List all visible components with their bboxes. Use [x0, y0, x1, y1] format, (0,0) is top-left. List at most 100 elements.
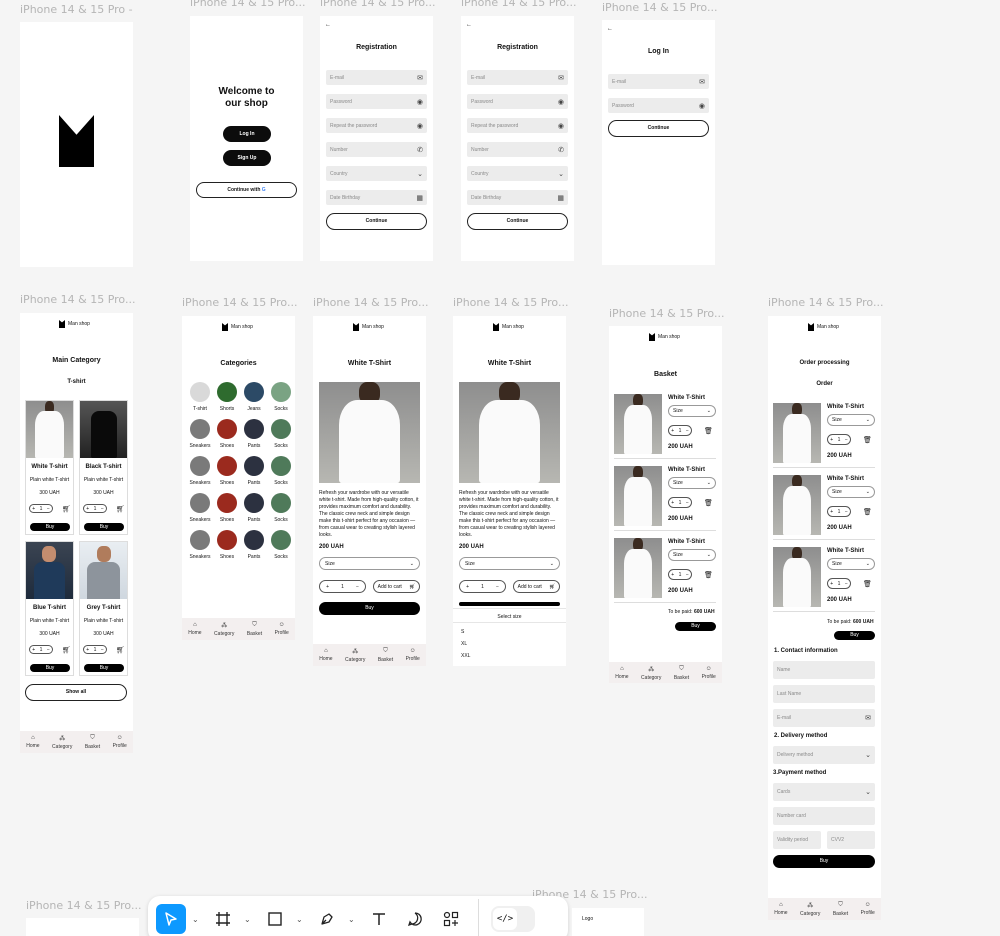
cart-icon[interactable]: 🛒︎ — [62, 505, 71, 513]
category-thumbnail[interactable] — [244, 493, 264, 513]
frame-label[interactable]: iPhone 14 & 15 Pro... — [461, 0, 576, 9]
email-field[interactable]: E-mail ✉ — [773, 709, 875, 727]
trash-icon[interactable]: 🗑︎ — [863, 580, 872, 588]
category-thumbnail[interactable] — [244, 530, 264, 550]
frame-tool[interactable] — [208, 904, 238, 934]
frame-label[interactable]: iPhone 14 & 15 Pro... — [190, 0, 305, 9]
frame-label[interactable]: iPhone 14 & 15 Pro... — [320, 0, 435, 9]
nav-basket[interactable]: ⛉ Basket — [85, 735, 100, 750]
nav-home[interactable]: ⌂ Home — [774, 902, 787, 916]
nav-basket[interactable]: ⛉ Basket — [247, 622, 262, 637]
password-field[interactable]: Password ◉ — [326, 94, 427, 109]
category-thumbnail[interactable] — [217, 419, 237, 439]
frame-label[interactable]: iPhone 14 & 15 Pro... — [609, 307, 724, 320]
cvv-field[interactable]: CVV2 — [827, 831, 875, 849]
pen-tool[interactable] — [312, 904, 342, 934]
move-tool[interactable] — [156, 904, 186, 934]
frame-label[interactable]: iPhone 14 & 15 Pro... — [20, 293, 135, 306]
category-thumbnail[interactable] — [217, 456, 237, 476]
nav-home[interactable]: ⌂ Home — [26, 735, 39, 749]
buy-button[interactable]: Buy — [30, 664, 70, 672]
google-button[interactable]: Continue with G — [196, 182, 297, 198]
size-select[interactable]: Size ⌄ — [459, 557, 560, 570]
nav-category[interactable]: ⁂ Category — [52, 735, 72, 750]
password-field[interactable]: Password ◉ — [608, 98, 709, 113]
nav-profile[interactable]: ☺ Profile — [702, 666, 716, 680]
frame-label[interactable]: iPhone 14 & 15 Pro... — [602, 1, 717, 14]
size-select[interactable]: Size ⌄ — [668, 477, 716, 489]
email-field[interactable]: E-mail ✉ — [467, 70, 568, 85]
login-button[interactable]: Log In — [223, 126, 271, 142]
continue-button[interactable]: Continue — [326, 213, 427, 230]
product-card[interactable]: Grey T-shirt Plain white T-shirt 300 UAH… — [79, 541, 128, 676]
nav-profile[interactable]: ☺ Profile — [275, 622, 289, 636]
nav-home[interactable]: ⌂ Home — [188, 622, 201, 636]
buy-button[interactable]: Buy — [834, 631, 875, 640]
nav-category[interactable]: ⁂ Category — [641, 666, 661, 681]
buy-button[interactable]: Buy — [84, 664, 124, 672]
quantity-stepper[interactable]: +1− — [459, 580, 506, 593]
cart-icon[interactable]: 🛒︎ — [62, 646, 71, 654]
nav-profile[interactable]: ☺ Profile — [861, 902, 875, 916]
buy-button-partial[interactable] — [459, 602, 560, 606]
frame-label[interactable]: iPhone 14 & 15 Pro... — [453, 296, 568, 309]
buy-button[interactable]: Buy — [84, 523, 124, 531]
card-number-field[interactable]: Number card — [773, 807, 875, 825]
quantity-stepper[interactable]: +1− — [827, 578, 851, 589]
chevron-down-icon[interactable]: ⌄ — [192, 915, 202, 924]
product-card[interactable]: Blue T-shirt Plain white T-shirt 300 UAH… — [25, 541, 74, 676]
category-thumbnail[interactable] — [244, 456, 264, 476]
nav-home[interactable]: ⌂ Home — [319, 648, 332, 662]
cart-icon[interactable]: 🛒︎ — [116, 646, 125, 654]
chevron-down-icon[interactable]: ⌄ — [348, 915, 358, 924]
add-to-cart-button[interactable]: Add to cart 🛒︎ — [513, 580, 560, 593]
dev-mode-toggle[interactable]: </> — [491, 906, 535, 932]
size-select[interactable]: Size ⌄ — [319, 557, 420, 570]
category-thumbnail[interactable] — [217, 382, 237, 402]
rectangle-tool[interactable] — [260, 904, 290, 934]
text-tool[interactable] — [364, 904, 394, 934]
trash-icon[interactable]: 🗑︎ — [704, 499, 713, 507]
buy-button[interactable]: Buy — [30, 523, 70, 531]
buy-button[interactable]: Buy — [675, 622, 716, 631]
size-select[interactable]: Size ⌄ — [827, 558, 875, 570]
quantity-stepper[interactable]: +1− — [668, 425, 692, 436]
cart-icon[interactable]: 🛒︎ — [116, 505, 125, 513]
quantity-stepper[interactable]: +1− — [83, 645, 107, 654]
birthday-field[interactable]: Date Birthday ▦ — [326, 190, 427, 205]
signup-button[interactable]: Sign Up — [223, 150, 271, 166]
repeat-password-field[interactable]: Repeat the password ◉ — [467, 118, 568, 133]
category-thumbnail[interactable] — [217, 530, 237, 550]
number-field[interactable]: Number ✆ — [326, 142, 427, 157]
frame-label[interactable]: iPhone 14 & 15 Pro - — [20, 3, 133, 16]
trash-icon[interactable]: 🗑︎ — [704, 571, 713, 579]
category-thumbnail[interactable] — [271, 530, 291, 550]
size-select[interactable]: Size ⌄ — [668, 405, 716, 417]
country-select[interactable]: Country ⌄ — [467, 166, 568, 181]
birthday-field[interactable]: Date Birthday ▦ — [467, 190, 568, 205]
category-thumbnail[interactable] — [190, 493, 210, 513]
size-option[interactable]: XL — [461, 641, 467, 647]
password-field[interactable]: Password ◉ — [467, 94, 568, 109]
category-thumbnail[interactable] — [271, 382, 291, 402]
trash-icon[interactable]: 🗑︎ — [863, 436, 872, 444]
chevron-down-icon[interactable]: ⌄ — [244, 915, 254, 924]
last-name-field[interactable]: Last Name — [773, 685, 875, 703]
delivery-select[interactable]: Delivery method ⌄ — [773, 746, 875, 764]
trash-icon[interactable]: 🗑︎ — [863, 508, 872, 516]
nav-home[interactable]: ⌂ Home — [615, 666, 628, 680]
show-all-button[interactable]: Show all — [25, 684, 127, 701]
category-thumbnail[interactable] — [190, 456, 210, 476]
chevron-down-icon[interactable]: ⌄ — [296, 915, 306, 924]
frame-label[interactable]: iPhone 14 & 15 Pro... — [313, 296, 428, 309]
category-thumbnail[interactable] — [271, 493, 291, 513]
quantity-stepper[interactable]: +1− — [29, 504, 53, 513]
nav-category[interactable]: ⁂ Category — [214, 622, 234, 637]
email-field[interactable]: E-mail ✉ — [608, 74, 709, 89]
continue-button[interactable]: Continue — [608, 120, 709, 137]
final-buy-button[interactable]: Buy — [773, 855, 875, 868]
back-icon[interactable]: ← — [466, 22, 472, 28]
quantity-stepper[interactable]: +1− — [668, 569, 692, 580]
product-card[interactable]: White T-shirt Plain white T-shirt 300 UA… — [25, 400, 74, 535]
nav-category[interactable]: ⁂ Category — [345, 648, 365, 663]
